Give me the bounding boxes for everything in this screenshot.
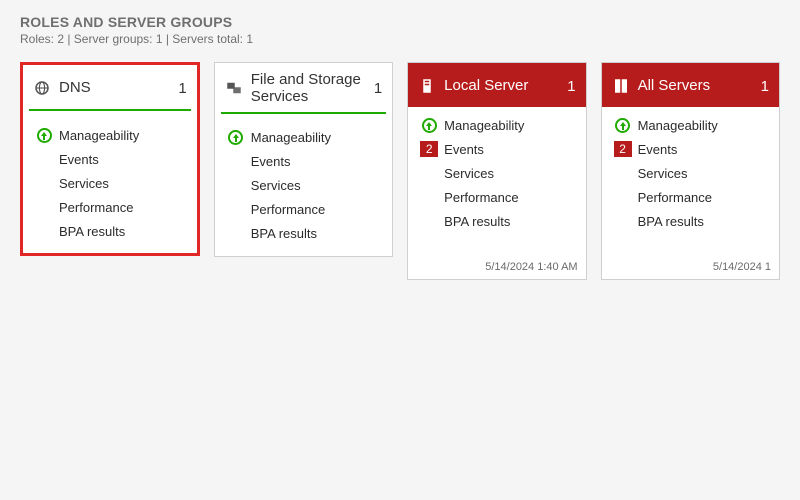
item-label: Performance xyxy=(444,190,518,205)
item-label: Events xyxy=(638,142,678,157)
tile-header[interactable]: DNS1 xyxy=(23,65,197,109)
status-up-icon xyxy=(228,130,243,145)
tile-items: Manageability 2 Events Services Performance B… xyxy=(408,107,585,243)
tile-title: Local Server xyxy=(444,77,561,94)
status-up-icon xyxy=(37,128,52,143)
item-label: BPA results xyxy=(59,224,125,239)
tile-item[interactable]: Manageability xyxy=(418,113,575,137)
item-label: Performance xyxy=(638,190,712,205)
tile-timestamp: 5/14/2024 1:40 AM xyxy=(408,243,585,279)
item-label: BPA results xyxy=(638,214,704,229)
tile-title: DNS xyxy=(59,79,173,96)
tile-count: 1 xyxy=(562,78,576,95)
tile-item[interactable]: Performance xyxy=(418,185,575,209)
tile-header[interactable]: All Servers1 xyxy=(602,63,779,107)
item-indicator xyxy=(225,130,247,145)
tile-item[interactable]: Services xyxy=(418,161,575,185)
alert-badge: 2 xyxy=(420,141,438,157)
tile-item[interactable]: Events xyxy=(225,150,382,174)
tile-item[interactable]: 2 Events xyxy=(612,137,769,161)
item-indicator: 2 xyxy=(612,141,634,157)
alert-badge: 2 xyxy=(614,141,632,157)
tile-title: All Servers xyxy=(638,77,755,94)
tile-item[interactable]: Performance xyxy=(33,195,187,219)
item-label: BPA results xyxy=(251,226,317,241)
tile-item[interactable]: Manageability xyxy=(612,113,769,137)
tile-header[interactable]: Local Server1 xyxy=(408,63,585,107)
servers-icon xyxy=(612,77,630,95)
tile-count: 1 xyxy=(368,80,382,97)
section-title: ROLES AND SERVER GROUPS xyxy=(20,14,780,30)
tile-dns[interactable]: DNS1 Manageability Events Services Performan… xyxy=(20,62,200,256)
item-indicator: 2 xyxy=(418,141,440,157)
tile-local-server[interactable]: Local Server1 Manageability 2 Events Service… xyxy=(407,62,586,280)
tile-item[interactable]: Services xyxy=(612,161,769,185)
tile-item[interactable]: Services xyxy=(33,171,187,195)
tile-all-servers[interactable]: All Servers1 Manageability 2 Events Services… xyxy=(601,62,780,280)
tile-items: Manageability Events Services Performance BP… xyxy=(215,120,392,256)
tile-items: Manageability 2 Events Services Performance B… xyxy=(602,107,779,243)
tile-title: File and Storage Services xyxy=(251,71,368,106)
item-indicator xyxy=(33,128,55,143)
tile-item[interactable]: Performance xyxy=(225,198,382,222)
item-label: Services xyxy=(638,166,688,181)
tile-item[interactable]: Events xyxy=(33,147,187,171)
tile-count: 1 xyxy=(755,78,769,95)
tile-count: 1 xyxy=(173,80,187,97)
tile-item[interactable]: BPA results xyxy=(612,209,769,233)
item-label: Manageability xyxy=(59,128,139,143)
section-subtitle: Roles: 2 | Server groups: 1 | Servers to… xyxy=(20,32,780,46)
item-label: Manageability xyxy=(638,118,718,133)
item-label: Performance xyxy=(59,200,133,215)
item-indicator xyxy=(418,118,440,133)
tile-item[interactable]: Manageability xyxy=(33,123,187,147)
item-indicator xyxy=(612,118,634,133)
tile-item[interactable]: 2 Events xyxy=(418,137,575,161)
item-label: BPA results xyxy=(444,214,510,229)
storage-icon xyxy=(225,79,243,97)
item-label: Events xyxy=(444,142,484,157)
status-up-icon xyxy=(422,118,437,133)
tile-item[interactable]: BPA results xyxy=(225,222,382,246)
item-label: Performance xyxy=(251,202,325,217)
tile-rule xyxy=(29,109,191,111)
item-label: Events xyxy=(251,154,291,169)
tiles-container: DNS1ManageabilityEventsServicesPerforman… xyxy=(20,62,780,280)
item-label: Manageability xyxy=(444,118,524,133)
tile-item[interactable]: BPA results xyxy=(418,209,575,233)
tile-item[interactable]: Performance xyxy=(612,185,769,209)
item-label: Manageability xyxy=(251,130,331,145)
tile-items: Manageability Events Services Performance BP… xyxy=(23,117,197,253)
item-label: Services xyxy=(251,178,301,193)
item-label: Events xyxy=(59,152,99,167)
status-up-icon xyxy=(615,118,630,133)
item-label: Services xyxy=(444,166,494,181)
server-icon xyxy=(418,77,436,95)
dns-icon xyxy=(33,79,51,97)
tile-item[interactable]: Services xyxy=(225,174,382,198)
tile-item[interactable]: BPA results xyxy=(33,219,187,243)
tile-item[interactable]: Manageability xyxy=(225,126,382,150)
tile-file-storage[interactable]: File and Storage Services1 Manageability E… xyxy=(214,62,393,257)
tile-timestamp: 5/14/2024 1 xyxy=(602,243,779,279)
tile-header[interactable]: File and Storage Services1 xyxy=(215,63,392,112)
item-label: Services xyxy=(59,176,109,191)
tile-rule xyxy=(221,112,386,114)
